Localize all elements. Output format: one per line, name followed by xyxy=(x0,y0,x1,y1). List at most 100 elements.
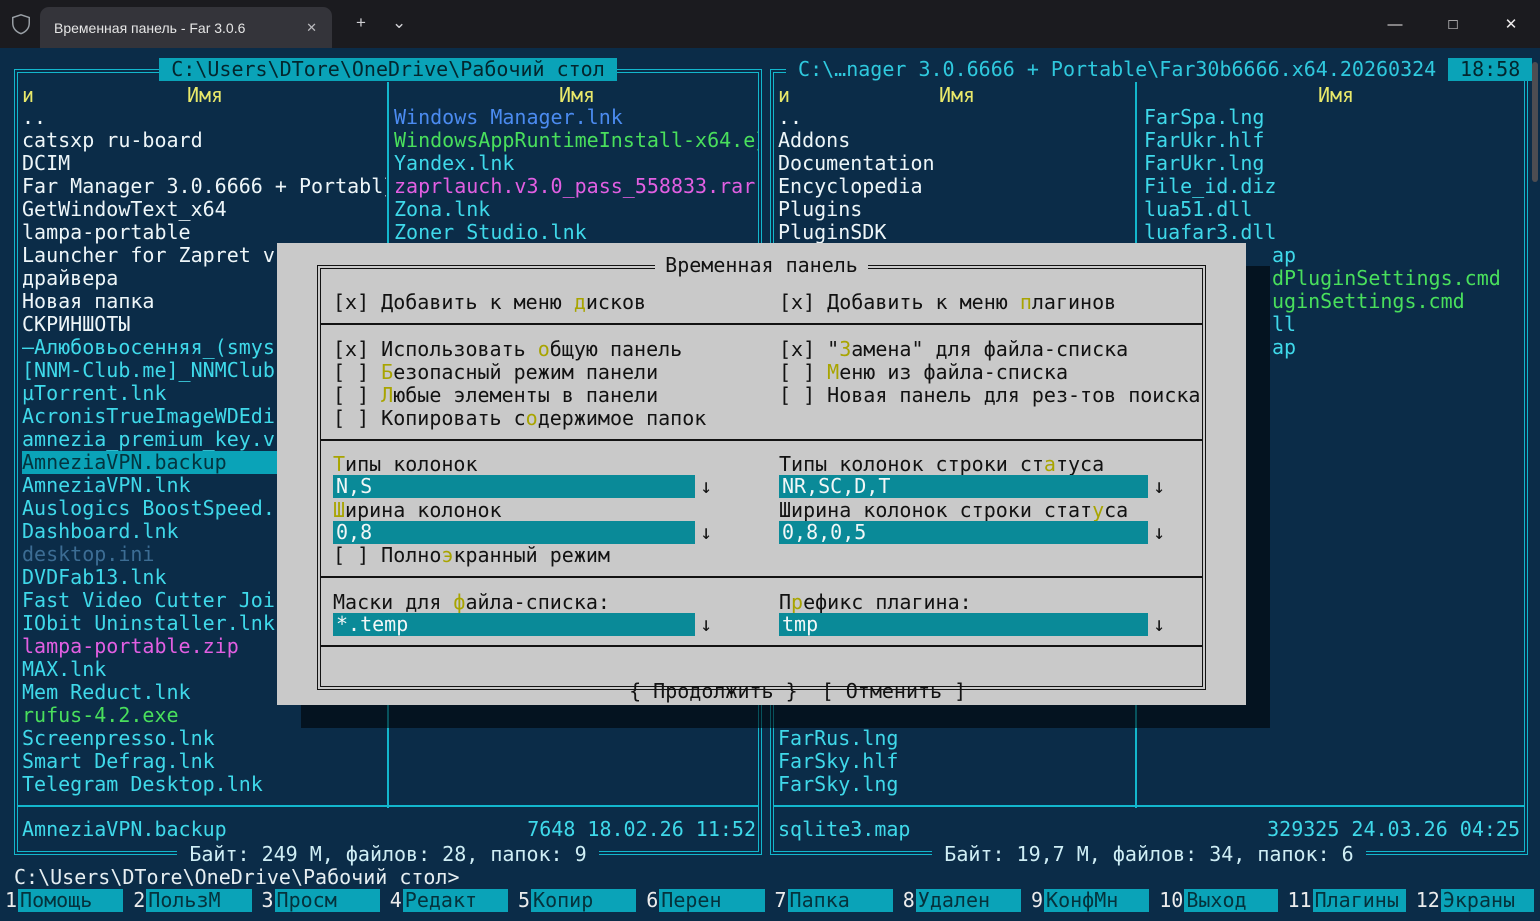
label-text: Типы колонок строки ст xyxy=(779,452,1044,476)
maximize-button[interactable]: □ xyxy=(1424,0,1482,48)
checkbox-label: " xyxy=(827,337,839,361)
file-item[interactable]: Zona.lnk xyxy=(394,198,758,221)
file-item[interactable]: ll xyxy=(1272,313,1526,336)
file-item[interactable]: PluginSDK xyxy=(778,221,1133,244)
fkey-6[interactable]: 6Перен xyxy=(643,889,764,912)
history-dropdown-icon[interactable]: ↓ xyxy=(700,521,712,544)
file-item[interactable]: .. xyxy=(778,106,1133,129)
fkey-7[interactable]: 7Папка xyxy=(772,889,893,912)
file-item[interactable]: FarSpa.lng xyxy=(1144,106,1526,129)
continue-button[interactable]: { Продолжить } xyxy=(629,679,798,703)
file-item[interactable]: Screenpresso.lnk xyxy=(22,727,386,750)
file-item[interactable]: lua51.dll xyxy=(1144,198,1526,221)
checkbox-state: [x] xyxy=(333,337,381,361)
checkbox-replace-file-list[interactable]: [x] "Замена" для файла-списка xyxy=(779,338,1128,361)
file-item[interactable]: ap xyxy=(1272,336,1526,359)
fkey-10[interactable]: 10Выход xyxy=(1156,889,1277,912)
new-tab-button[interactable]: + xyxy=(356,13,366,33)
checkbox-add-to-disks-menu[interactable]: [x] Добавить к меню дисков xyxy=(333,291,646,314)
file-item[interactable]: FarSky.lng xyxy=(778,773,1133,796)
tab-dropdown-chevron-icon[interactable]: ⌄ xyxy=(392,13,406,33)
label-text: Маски для xyxy=(333,590,453,614)
title-bar: Временная панель - Far 3.0.6 ✕ + ⌄ — □ ✕ xyxy=(0,0,1540,48)
checkbox-fullscreen-mode[interactable]: [ ] Полноэкранный режим xyxy=(333,544,610,567)
file-item[interactable]: luafar3.dll xyxy=(1144,221,1526,244)
fkey-label: Помощь xyxy=(18,889,123,912)
fkey-label: Выход xyxy=(1184,889,1277,912)
file-item[interactable]: DCIM xyxy=(22,152,386,175)
checkbox-copy-folder-contents[interactable]: [ ] Копировать содержимое папок xyxy=(333,407,706,430)
fkey-1[interactable]: 1Помощь xyxy=(2,889,123,912)
tab-close-icon[interactable]: ✕ xyxy=(299,18,324,38)
file-item[interactable]: GetWindowText_x64 xyxy=(22,198,386,221)
right-file-list-col2: FarSpa.lngFarUkr.hlfFarUkr.lngFile_id.di… xyxy=(1144,106,1526,244)
file-item[interactable]: FarUkr.hlf xyxy=(1144,129,1526,152)
checkbox-any-items-in-panel[interactable]: [ ] Любые элементы в панели xyxy=(333,384,658,407)
checkbox-menu-from-file-list[interactable]: [ ] Меню из файла-списка xyxy=(779,361,1068,384)
fkey-4[interactable]: 4Редакт xyxy=(387,889,508,912)
file-item[interactable]: lampa-portable xyxy=(22,221,386,244)
checkbox-label: держимое папок xyxy=(538,406,707,430)
file-item[interactable]: Plugins xyxy=(778,198,1133,221)
file-item[interactable]: uginSettings.cmd xyxy=(1272,290,1526,313)
file-item[interactable]: FarSky.hlf xyxy=(778,750,1133,773)
history-dropdown-icon[interactable]: ↓ xyxy=(1153,521,1165,544)
left-panel-totals: Байт: 249 М, файлов: 28, папок: 9 xyxy=(177,843,598,866)
file-item[interactable]: Yandex.lnk xyxy=(394,152,758,175)
history-dropdown-icon[interactable]: ↓ xyxy=(1153,475,1165,498)
fkey-8[interactable]: 8Удален xyxy=(900,889,1021,912)
column-widths-input[interactable]: 0,8 xyxy=(333,521,695,544)
right-status-info: 329325 24.03.26 04:25 xyxy=(1140,818,1520,841)
scrollbar-thumb[interactable] xyxy=(1532,62,1538,182)
left-panel-path[interactable]: C:\Users\DTore\OneDrive\Рабочий стол xyxy=(159,58,617,81)
file-item[interactable]: Smart Defrag.lnk xyxy=(22,750,386,773)
file-item[interactable]: zaprlauch.v3.0_pass_558833.rar xyxy=(394,175,758,198)
fkey-number: 5 xyxy=(515,889,531,912)
file-item[interactable]: Encyclopedia xyxy=(778,175,1133,198)
file-item[interactable]: Addons xyxy=(778,129,1133,152)
minimize-button[interactable]: — xyxy=(1366,0,1424,48)
fkey-11[interactable]: 11Плагины xyxy=(1285,889,1406,912)
label-text: ипы колонок xyxy=(345,452,477,476)
command-line[interactable]: C:\Users\DTore\OneDrive\Рабочий стол> xyxy=(14,866,460,889)
file-item[interactable]: Far Manager 3.0.6666 + Portabl} xyxy=(22,175,386,198)
file-item[interactable]: WindowsAppRuntimeInstall-x64.e} xyxy=(394,129,758,152)
cancel-button[interactable]: [ Отменить ] xyxy=(822,679,967,703)
file-item[interactable]: FarRus.lng xyxy=(778,727,1133,750)
file-item[interactable]: .. xyxy=(22,106,386,129)
fkey-3[interactable]: 3Просм xyxy=(259,889,380,912)
history-dropdown-icon[interactable]: ↓ xyxy=(700,613,712,636)
file-list-masks-input[interactable]: *.temp xyxy=(333,613,695,636)
file-item[interactable]: dPluginSettings.cmd xyxy=(1272,267,1526,290)
close-button[interactable]: ✕ xyxy=(1482,0,1540,48)
checkbox-state: [ ] xyxy=(333,406,381,430)
file-item[interactable]: Zoner Studio.lnk xyxy=(394,221,758,244)
file-item[interactable]: Telegram Desktop.lnk xyxy=(22,773,386,796)
fkey-2[interactable]: 2ПользМ xyxy=(130,889,251,912)
fkey-5[interactable]: 5Копир xyxy=(515,889,636,912)
fkey-12[interactable]: 12Экраны xyxy=(1413,889,1534,912)
history-dropdown-icon[interactable]: ↓ xyxy=(700,475,712,498)
status-column-widths-input[interactable]: 0,8,0,5 xyxy=(779,521,1148,544)
plugin-prefix-input[interactable]: tmp xyxy=(779,613,1148,636)
file-item[interactable]: catsxp ru-board xyxy=(22,129,386,152)
checkbox-label: амена" для файла-списка xyxy=(851,337,1128,361)
file-item[interactable]: Documentation xyxy=(778,152,1133,175)
checkbox-use-common-panel[interactable]: [x] Использовать общую панель xyxy=(333,338,682,361)
hotkey-letter: М xyxy=(827,360,839,384)
checkbox-label: лагинов xyxy=(1032,290,1116,314)
fkey-9[interactable]: 9КонфМн xyxy=(1028,889,1149,912)
file-item[interactable]: ap xyxy=(1272,244,1526,267)
right-file-list-col1-below: FarRus.lngFarSky.hlfFarSky.lng xyxy=(778,727,1133,796)
file-item[interactable]: File_id.diz xyxy=(1144,175,1526,198)
file-item[interactable]: Windows Manager.lnk xyxy=(394,106,758,129)
status-column-types-input[interactable]: NR,SC,D,T xyxy=(779,475,1148,498)
window-tab[interactable]: Временная панель - Far 3.0.6 ✕ xyxy=(40,7,332,48)
checkbox-new-panel-for-search-results[interactable]: [ ] Новая панель для рез-тов поиска xyxy=(779,384,1200,407)
file-item[interactable]: FarUkr.lng xyxy=(1144,152,1526,175)
checkbox-safe-panel-mode[interactable]: [ ] Безопасный режим панели xyxy=(333,361,658,384)
column-types-input[interactable]: N,S xyxy=(333,475,695,498)
history-dropdown-icon[interactable]: ↓ xyxy=(1153,613,1165,636)
checkbox-add-to-plugins-menu[interactable]: [x] Добавить к меню плагинов xyxy=(779,291,1116,314)
right-panel-path[interactable]: C:\…nager 3.0.6666 + Portable\Far30b6666… xyxy=(786,58,1448,81)
